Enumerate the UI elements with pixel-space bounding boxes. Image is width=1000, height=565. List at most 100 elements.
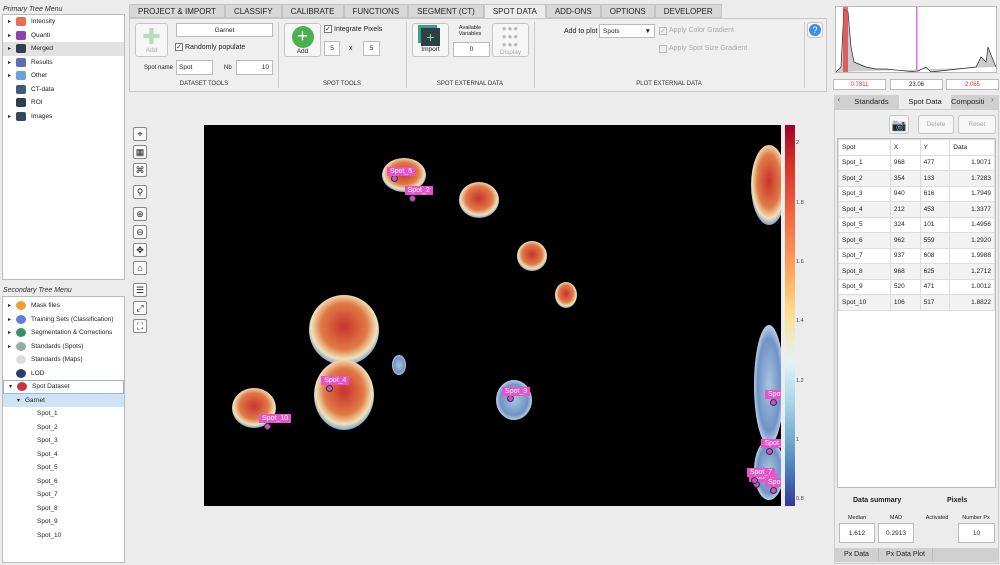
tree-item-spot[interactable]: Spot_8 — [3, 502, 124, 516]
tree-item[interactable]: ▸ Images — [3, 110, 124, 124]
hist-mid-field[interactable]: 23.06 — [890, 79, 943, 90]
tab-segment-ct-[interactable]: SEGMENT (CT) — [408, 4, 484, 18]
spot-marker[interactable] — [751, 476, 759, 484]
display-button[interactable]: ●●● ●●● ●●● Display — [492, 23, 529, 57]
tab-px-data-plot[interactable]: Px Data Plot — [879, 548, 933, 562]
camera-button[interactable]: 📷 — [889, 115, 909, 134]
spot-marker[interactable] — [769, 398, 777, 406]
nb-field[interactable]: 10 — [236, 60, 273, 75]
tree-item-spot[interactable]: Spot_1 — [3, 407, 124, 421]
table-row[interactable]: Spot_6 962 559 1.2920 — [838, 232, 995, 249]
tree-item[interactable]: ▸ Other — [3, 69, 124, 83]
expand-arrow-icon[interactable]: ▾ — [9, 383, 17, 390]
tree-item[interactable]: ▸ Results — [3, 56, 124, 70]
spot-map[interactable]: Spot_1Spot_2Spot_3Spot_4Spot_5Spot_6Spot… — [204, 125, 781, 506]
table-row[interactable]: Spot_10 106 517 1.8822 — [838, 294, 995, 311]
table-row[interactable]: Spot_5 324 101 1.4956 — [838, 216, 995, 233]
spot-marker[interactable] — [765, 447, 773, 455]
grid-icon[interactable]: ▦ — [133, 145, 147, 159]
tree-item-spot[interactable]: Spot_6 — [3, 475, 124, 489]
expand-icon[interactable]: ⤢ — [133, 301, 147, 315]
spot-name-field[interactable]: Spot — [176, 60, 213, 75]
tree-item[interactable]: ▸ Merged — [3, 42, 124, 56]
pick-tool-icon[interactable]: ⌖ — [133, 127, 147, 141]
tree-item[interactable]: LOD — [3, 367, 124, 381]
select-region-icon[interactable]: ⌘ — [133, 163, 147, 177]
dataset-add-button[interactable]: ✚ Add — [135, 23, 168, 57]
help-button[interactable]: ? — [807, 22, 823, 38]
tree-item-spot[interactable]: Spot_7 — [3, 488, 124, 502]
tab-composition[interactable]: Compositi — [951, 95, 991, 109]
randomly-populate-checkbox[interactable]: ✓ Randomly populate — [175, 43, 245, 51]
tree-item[interactable]: ▸ Standards (Spots) — [3, 340, 124, 354]
pan-icon[interactable]: ✥ — [133, 243, 147, 257]
add-to-plot-select[interactable]: Spots ▼ — [599, 24, 655, 38]
location-pin-icon[interactable]: ⚲ — [133, 185, 147, 199]
spot-add-button[interactable]: + Add — [284, 23, 321, 57]
tree-item-spot[interactable]: Spot_10 — [3, 529, 124, 543]
expand-arrow-icon[interactable]: ▸ — [8, 72, 16, 79]
import-button[interactable]: + Import — [412, 23, 449, 57]
expand-arrow-icon[interactable]: ▸ — [8, 329, 16, 336]
tree-item[interactable]: CT-data — [3, 83, 124, 97]
expand-arrow-icon[interactable]: ▸ — [8, 18, 16, 25]
zoom-out-icon[interactable]: ⊖ — [133, 225, 147, 239]
tree-item[interactable]: ROI — [3, 96, 124, 110]
tree-item-spot[interactable]: Spot_2 — [3, 421, 124, 435]
column-header[interactable]: X — [889, 139, 921, 156]
tree-item[interactable]: ▸ Mask files — [3, 299, 124, 313]
spot-marker[interactable] — [769, 486, 777, 494]
tree-item-spot[interactable]: Spot_3 — [3, 434, 124, 448]
expand-arrow-icon[interactable]: ▸ — [8, 32, 16, 39]
chevron-left-icon[interactable]: ‹ — [834, 95, 844, 109]
tab-spot-data[interactable]: Spot Data — [899, 95, 951, 109]
tree-item[interactable]: ▸ Intensity — [3, 15, 124, 29]
dataset-name-field[interactable]: Garnet — [176, 23, 273, 37]
integrate-pixels-checkbox[interactable]: ✓ Integrate Pixels — [324, 25, 382, 33]
hist-max-field[interactable]: 2.065 — [946, 79, 999, 90]
tab-functions[interactable]: FUNCTIONS — [343, 4, 409, 18]
tab-spot-data[interactable]: SPOT DATA — [483, 4, 546, 18]
tab-project-import[interactable]: PROJECT & IMPORT — [129, 4, 225, 18]
tree-item[interactable]: ▾ Garnet — [3, 393, 124, 407]
layers-icon[interactable]: ☰ — [133, 283, 147, 297]
column-header[interactable]: Y — [919, 139, 951, 156]
table-row[interactable]: Spot_7 937 608 1.9988 — [838, 247, 995, 264]
expand-arrow-icon[interactable]: ▸ — [8, 59, 16, 66]
spot-marker[interactable] — [409, 194, 417, 202]
tab-px-data[interactable]: Px Data — [835, 548, 879, 562]
crop-icon[interactable]: ⛶ — [133, 319, 147, 333]
zoom-in-icon[interactable]: ⊕ — [133, 207, 147, 221]
chevron-right-icon[interactable]: › — [991, 95, 999, 109]
spot-marker[interactable] — [325, 384, 333, 392]
column-header[interactable]: Data — [949, 139, 995, 156]
integrate-height-field[interactable]: 5 — [363, 41, 380, 56]
expand-arrow-icon[interactable]: ▾ — [17, 397, 25, 404]
tree-item[interactable]: ▸ Training Sets (Classification) — [3, 313, 124, 327]
spot-marker[interactable] — [263, 422, 271, 430]
tree-item-spot[interactable]: Spot_9 — [3, 515, 124, 529]
table-row[interactable]: Spot_2 354 133 1.7283 — [838, 170, 995, 187]
tab-classify[interactable]: CLASSIFY — [224, 4, 282, 18]
tree-item-spot[interactable]: Spot_4 — [3, 448, 124, 462]
delete-button[interactable]: Delete — [918, 115, 954, 134]
expand-arrow-icon[interactable]: ▸ — [8, 343, 16, 350]
expand-arrow-icon[interactable]: ▸ — [8, 113, 16, 120]
tab-options[interactable]: OPTIONS — [600, 4, 655, 18]
expand-arrow-icon[interactable]: ▸ — [8, 45, 16, 52]
table-row[interactable]: Spot_4 212 453 1.3377 — [838, 201, 995, 218]
expand-arrow-icon[interactable]: ▸ — [8, 302, 16, 309]
apply-color-gradient-checkbox[interactable]: ✓ Apply Color Gradient — [659, 27, 734, 35]
tree-item[interactable]: ▸ Quanti — [3, 29, 124, 43]
spot-marker[interactable] — [506, 395, 514, 403]
home-icon[interactable]: ⌂ — [133, 261, 147, 275]
hist-min-field[interactable]: 0.7811 — [833, 79, 886, 90]
tree-item-spot[interactable]: Spot_5 — [3, 461, 124, 475]
tree-item[interactable]: Standards (Maps) — [3, 353, 124, 367]
tree-item[interactable]: ▸ Segmentation & Corrections — [3, 326, 124, 340]
integrate-width-field[interactable]: 5 — [324, 41, 340, 56]
tree-item[interactable]: ▾ Spot Dataset — [3, 380, 124, 394]
expand-arrow-icon[interactable]: ▸ — [8, 316, 16, 323]
table-row[interactable]: Spot_3 940 616 1.7949 — [838, 185, 995, 202]
primary-tree[interactable]: ▸ Intensity ▸ Quanti ▸ Merged ▸ Results ▸ Other CT… — [2, 14, 125, 280]
